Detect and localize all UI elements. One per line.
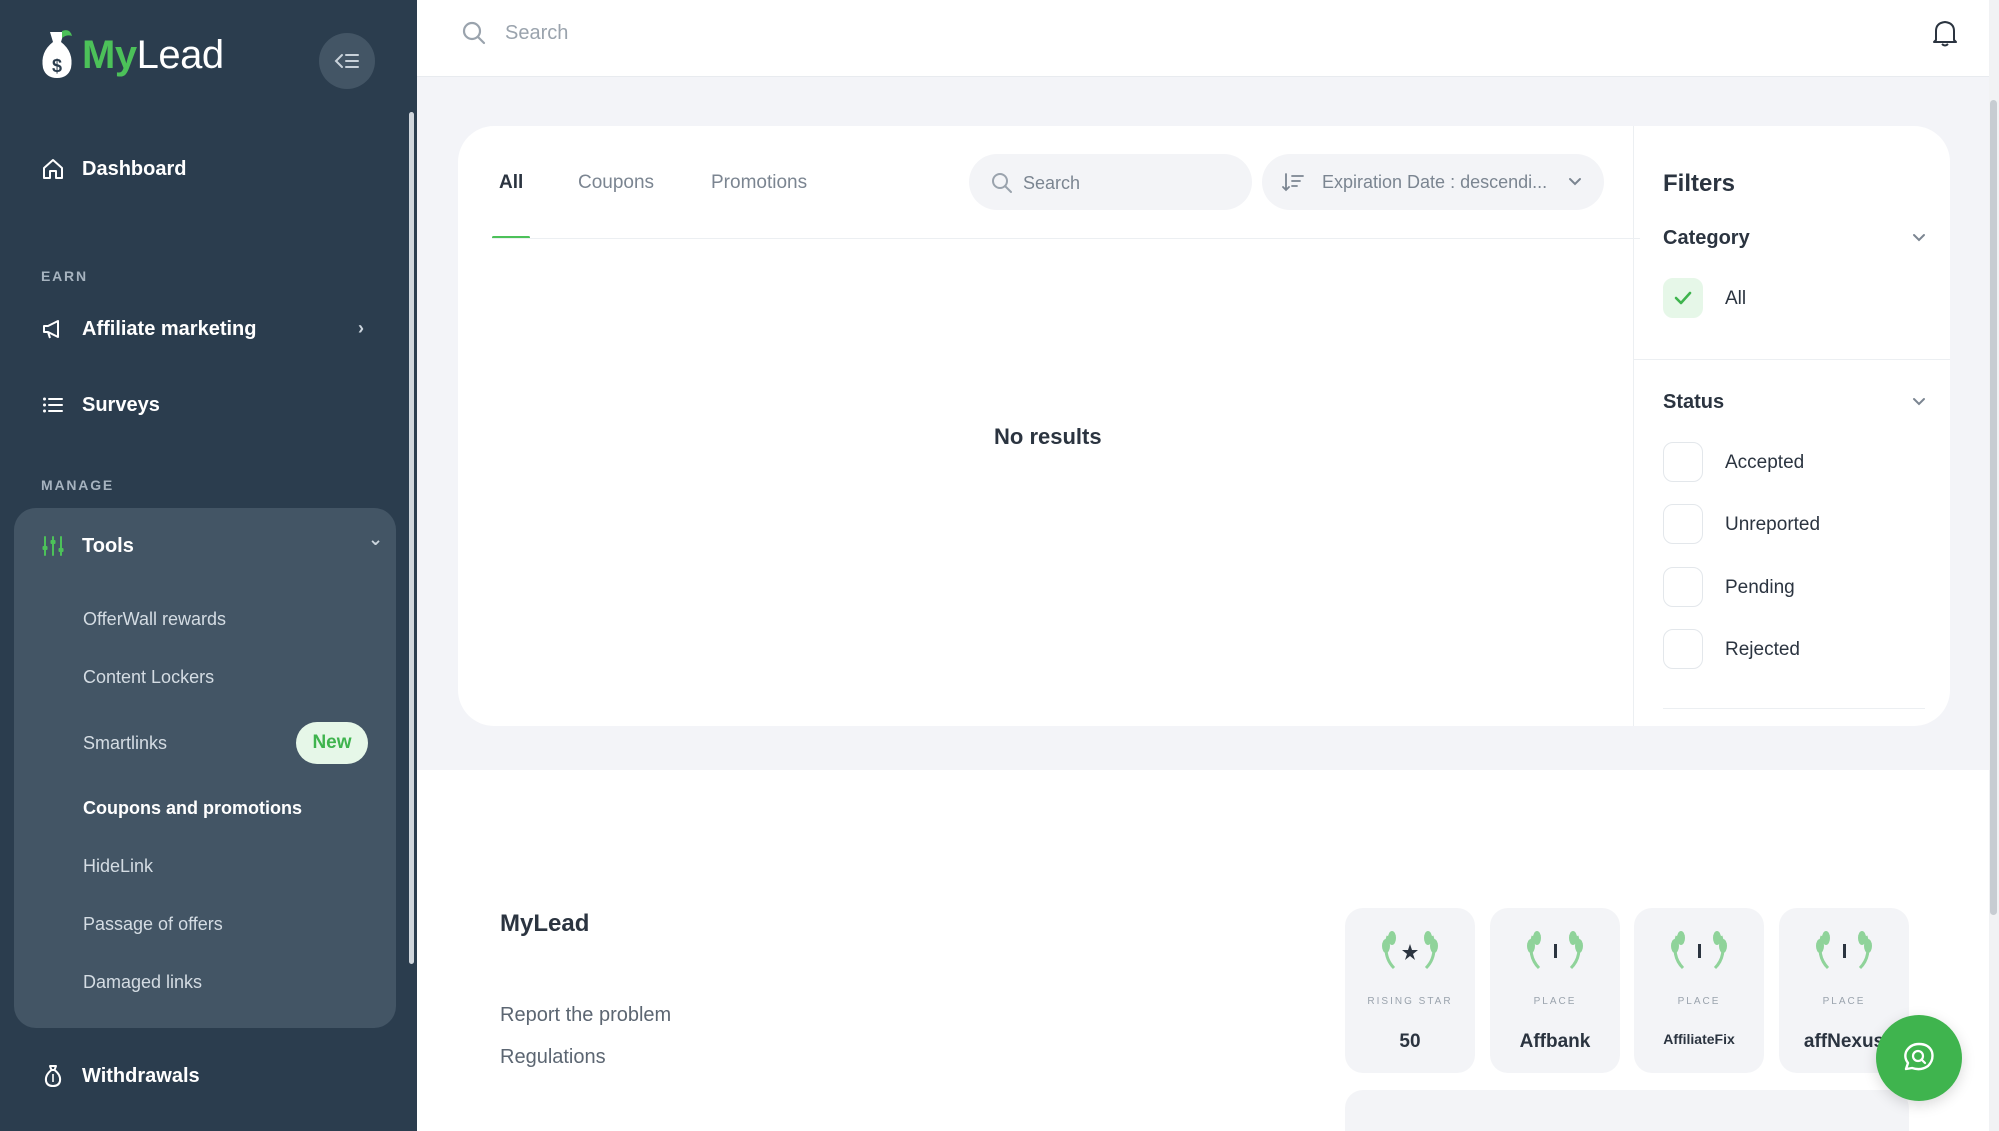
award-badge-affbank: PLACE Affbank (1490, 908, 1620, 1073)
sidebar-item-tools[interactable]: Tools ⌄ (40, 529, 383, 559)
award-label: PLACE (1533, 996, 1577, 1007)
sort-select-value: Expiration Date : descendi... (1322, 172, 1548, 192)
award-label: RISING STAR (1367, 996, 1453, 1007)
status-pending-checkbox[interactable] (1663, 567, 1703, 607)
sidebar-item-affiliate-marketing[interactable]: Affiliate marketing › (40, 316, 370, 342)
section-label-manage: MANAGE (41, 477, 115, 493)
award-brand: AffiliateFix (1663, 1031, 1735, 1047)
award-brand: Affbank (1519, 1031, 1591, 1052)
chevron-down-icon (1568, 174, 1582, 193)
top-bar (417, 0, 1989, 77)
filters-panel: Filters Category All Status Accepted Unr… (1633, 126, 1950, 726)
sidebar-item-label: Withdrawals (82, 1064, 200, 1087)
status-accepted-label: Accepted (1725, 452, 1805, 473)
sidebar: $ MyLead Dashboard EARN Affiliate market… (0, 0, 417, 1131)
sidebar-subitem-damaged-links[interactable]: Damaged links (83, 972, 202, 993)
tab-promotions[interactable]: Promotions (711, 172, 807, 194)
filter-category-title[interactable]: Category (1663, 227, 1750, 250)
filters-divider (1663, 708, 1925, 709)
category-all-label: All (1725, 288, 1747, 309)
sidebar-item-label: Dashboard (82, 157, 187, 180)
footer-brand: MyLead (500, 910, 590, 937)
check-icon (1674, 291, 1692, 305)
coupon-search-input[interactable] (1023, 170, 1233, 196)
status-unreported-checkbox[interactable] (1663, 504, 1703, 544)
tools-submenu: Tools ⌄ OfferWall rewards Content Locker… (14, 508, 396, 1028)
search-icon (991, 172, 1013, 199)
laurel-icon (1812, 928, 1876, 977)
sidebar-item-label: Tools (82, 534, 134, 557)
laurel-icon (1667, 928, 1731, 977)
sidebar-item-dashboard[interactable]: Dashboard (40, 156, 186, 182)
logo-text: MyLead (82, 32, 224, 77)
status-rejected-label: Rejected (1725, 639, 1800, 660)
chevron-down-icon[interactable] (1912, 394, 1926, 413)
sidebar-subitem-hidelink[interactable]: HideLink (83, 856, 153, 877)
chevron-down-icon: ⌄ (368, 529, 384, 549)
new-badge: New (296, 722, 368, 764)
tabs-divider (492, 238, 1640, 239)
status-unreported-label: Unreported (1725, 514, 1821, 535)
sidebar-subitem-passage-of-offers[interactable]: Passage of offers (83, 914, 223, 935)
support-chat-button[interactable] (1876, 1015, 1962, 1101)
sort-descending-icon (1282, 172, 1304, 197)
chat-icon (1904, 1042, 1934, 1071)
collapse-sidebar-button[interactable] (319, 33, 375, 89)
search-icon (461, 20, 487, 51)
coupons-card: All Coupons Promotions Expiration Date :… (458, 126, 1950, 726)
sidebar-subitem-content-lockers[interactable]: Content Lockers (83, 667, 214, 688)
notification-bell-icon[interactable] (1931, 18, 1959, 53)
sidebar-subitem-coupons-promotions[interactable]: Coupons and promotions (83, 798, 302, 819)
page-scrollbar[interactable] (1990, 100, 1997, 915)
chevron-right-icon: › (358, 318, 364, 338)
money-bag-icon: $ (40, 30, 74, 80)
chevron-down-icon[interactable] (1912, 230, 1926, 249)
sidebar-item-label: Surveys (82, 393, 160, 416)
filters-title: Filters (1663, 170, 1736, 197)
award-brand: 50 (1399, 1031, 1421, 1052)
list-icon (40, 392, 66, 418)
award-label: PLACE (1822, 996, 1866, 1007)
award-badge-affiliatefix: PLACE AffiliateFix (1634, 908, 1764, 1073)
status-pending-label: Pending (1725, 577, 1795, 598)
no-results-message: No results (994, 424, 1102, 449)
home-icon (40, 156, 66, 182)
report-problem-link[interactable]: Report the problem (500, 1004, 671, 1027)
sidebar-subitem-offerwall[interactable]: OfferWall rewards (83, 609, 226, 630)
tab-all[interactable]: All (499, 172, 523, 194)
collapse-arrow-icon (334, 54, 359, 68)
coupon-search-box[interactable] (969, 154, 1252, 210)
sidebar-item-label: Affiliate marketing (82, 317, 257, 340)
megaphone-icon (40, 316, 66, 342)
sidebar-item-surveys[interactable]: Surveys (40, 392, 160, 418)
sort-select[interactable]: Expiration Date : descendi... (1262, 154, 1604, 210)
status-rejected-checkbox[interactable] (1663, 629, 1703, 669)
money-bag-outline-icon (40, 1063, 66, 1089)
laurel-icon (1378, 928, 1442, 977)
logo[interactable]: $ MyLead (40, 30, 224, 80)
filters-divider (1634, 359, 1950, 360)
global-search-input[interactable] (505, 18, 1105, 48)
tab-coupons[interactable]: Coupons (578, 172, 654, 194)
award-label: PLACE (1677, 996, 1721, 1007)
status-accepted-checkbox[interactable] (1663, 442, 1703, 482)
trustpilot-card (1345, 1090, 1909, 1131)
sidebar-subitem-smartlinks[interactable]: Smartlinks (83, 733, 167, 754)
regulations-link[interactable]: Regulations (500, 1046, 606, 1069)
filter-status-title[interactable]: Status (1663, 391, 1724, 414)
footer: MyLead Report the problem Regulations RI… (417, 770, 1989, 1131)
category-all-checkbox[interactable] (1663, 278, 1703, 318)
svg-text:$: $ (52, 56, 62, 76)
award-badge-rising-star: RISING STAR 50 (1345, 908, 1475, 1073)
sidebar-scrollbar[interactable] (409, 112, 414, 964)
laurel-icon (1523, 928, 1587, 977)
sidebar-item-withdrawals[interactable]: Withdrawals (40, 1063, 200, 1089)
sliders-icon (40, 533, 66, 559)
section-label-earn: EARN (41, 268, 88, 284)
